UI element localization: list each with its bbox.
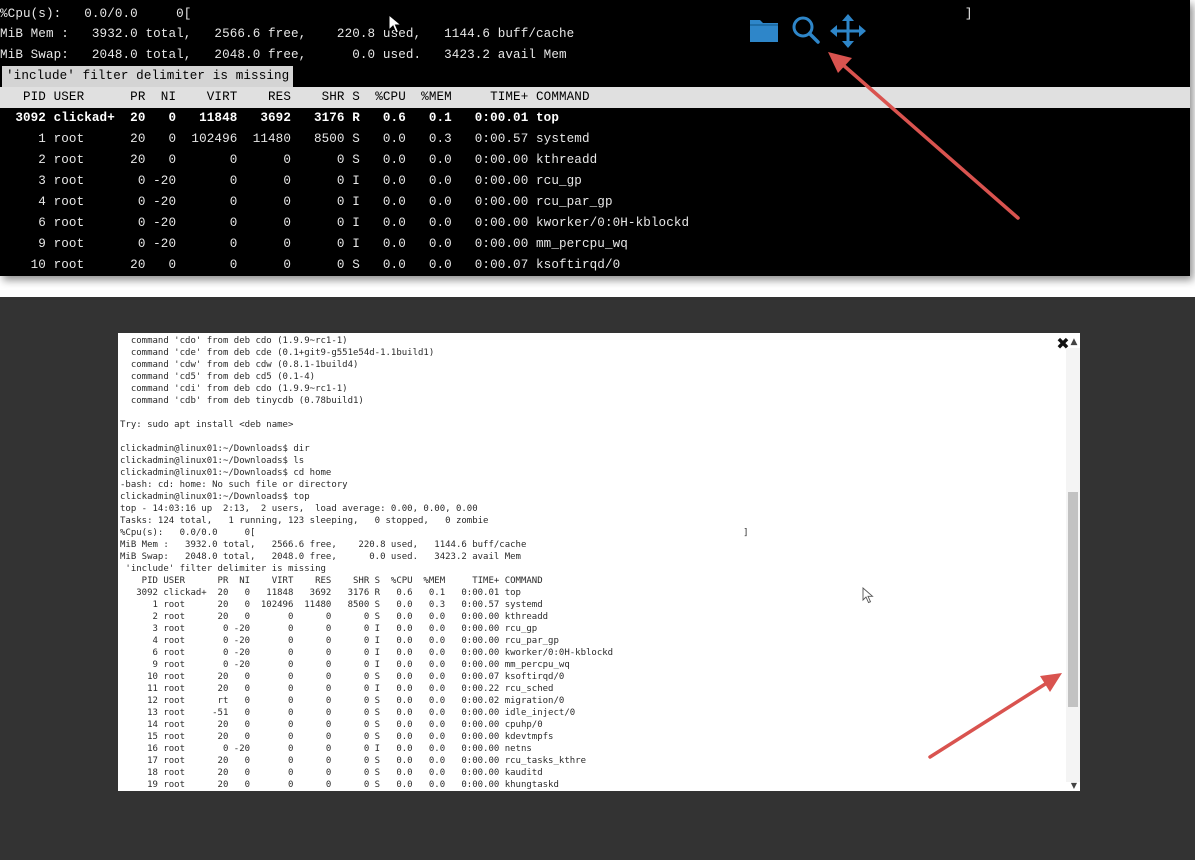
annotation-arrow-top xyxy=(828,52,1020,220)
annotation-arrows xyxy=(828,52,1062,759)
annotation-arrow-bottom xyxy=(928,673,1062,759)
